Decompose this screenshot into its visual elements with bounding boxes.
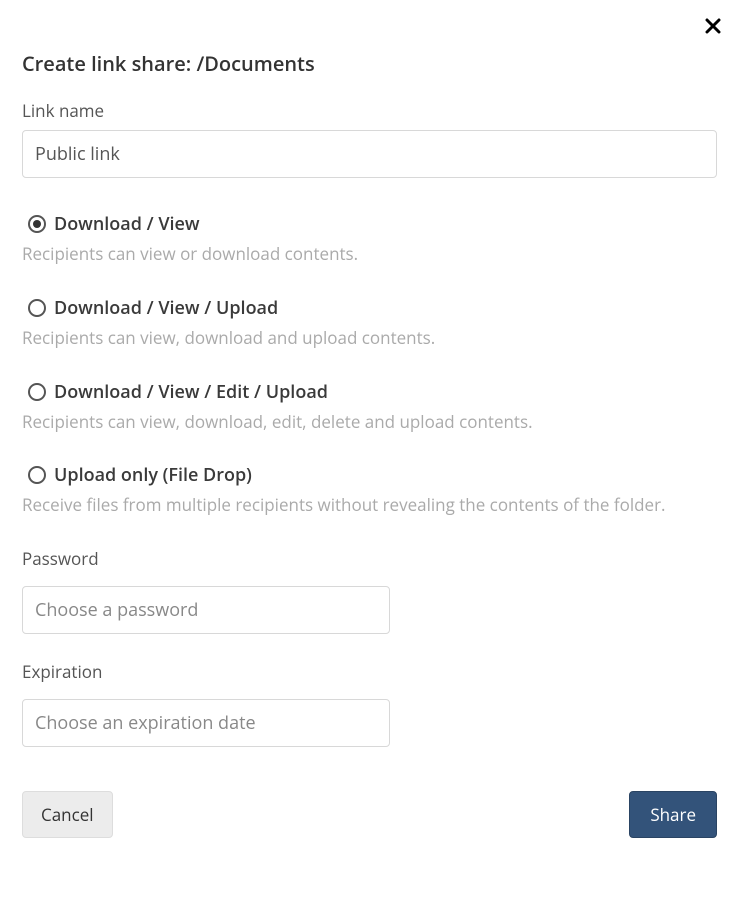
radio-download-view-upload[interactable]: [28, 299, 46, 317]
link-name-label: Link name: [22, 99, 717, 122]
radio-upload-only[interactable]: [28, 466, 46, 484]
option-desc: Recipients can view, download and upload…: [22, 326, 717, 350]
dialog-buttons: Cancel Share: [22, 791, 717, 838]
password-field: Password: [22, 547, 717, 634]
option-desc: Recipients can view or download contents…: [22, 242, 717, 266]
cancel-button[interactable]: Cancel: [22, 791, 113, 838]
option-desc: Receive files from multiple recipients w…: [22, 493, 717, 517]
dialog-title: Create link share: /Documents: [22, 50, 717, 77]
option-label[interactable]: Download / View / Edit / Upload: [54, 380, 328, 404]
link-name-input[interactable]: [22, 130, 717, 178]
close-button[interactable]: [701, 14, 725, 38]
radio-download-view-edit-upload[interactable]: [28, 383, 46, 401]
password-label: Password: [22, 547, 717, 570]
option-label[interactable]: Download / View: [54, 212, 200, 236]
option-label[interactable]: Upload only (File Drop): [54, 463, 252, 487]
create-link-share-dialog: Create link share: /Documents Link name …: [0, 0, 739, 919]
option-download-view-edit-upload: Download / View / Edit / Upload Recipien…: [22, 380, 717, 434]
option-upload-only: Upload only (File Drop) Receive files fr…: [22, 463, 717, 517]
expiration-input[interactable]: [22, 699, 390, 747]
option-download-view: Download / View Recipients can view or d…: [22, 212, 717, 266]
option-desc: Recipients can view, download, edit, del…: [22, 410, 717, 434]
expiration-field: Expiration: [22, 660, 717, 747]
close-icon: [705, 18, 721, 34]
radio-download-view[interactable]: [28, 215, 46, 233]
expiration-label: Expiration: [22, 660, 717, 683]
option-download-view-upload: Download / View / Upload Recipients can …: [22, 296, 717, 350]
permission-options: Download / View Recipients can view or d…: [22, 212, 717, 517]
password-input[interactable]: [22, 586, 390, 634]
share-button[interactable]: Share: [629, 791, 717, 838]
option-label[interactable]: Download / View / Upload: [54, 296, 278, 320]
